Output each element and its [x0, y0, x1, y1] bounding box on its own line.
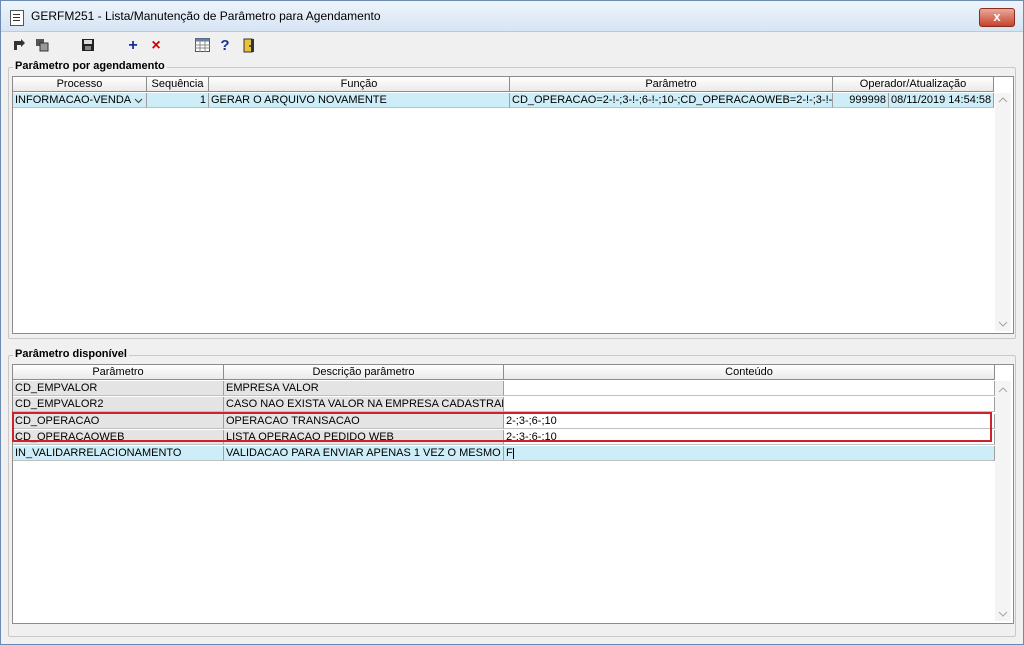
processo-value: INFORMACAO-VENDA	[15, 94, 132, 106]
parametro-name-cell: CD_EMPVALOR2	[13, 397, 224, 412]
chevron-down-icon[interactable]	[132, 95, 144, 108]
disponivel-group-title: Parâmetro disponível	[13, 348, 129, 360]
add-icon[interactable]: +	[125, 38, 141, 54]
main-window: GERFM251 - Lista/Manutenção de Parâmetro…	[0, 0, 1024, 645]
column-header-processo[interactable]: Processo	[13, 77, 147, 92]
column-header-conteudo[interactable]: Conteúdo	[504, 365, 995, 380]
calendar-grid-icon[interactable]	[194, 38, 210, 54]
save-icon[interactable]	[80, 38, 96, 54]
agendamento-group-title: Parâmetro por agendamento	[13, 60, 167, 72]
close-button[interactable]: x	[979, 8, 1015, 27]
column-header-parametro[interactable]: Parâmetro	[510, 77, 833, 92]
processo-select[interactable]: INFORMACAO-VENDA	[13, 93, 147, 108]
scroll-up-icon[interactable]	[998, 385, 1008, 396]
conteudo-input[interactable]	[504, 381, 995, 396]
descricao-cell: CASO NAO EXISTA VALOR NA EMPRESA CADASTR…	[224, 397, 504, 412]
column-header-operador[interactable]: Operador/Atualização	[833, 77, 994, 92]
title-bar: GERFM251 - Lista/Manutenção de Parâmetro…	[1, 1, 1023, 32]
delete-icon[interactable]: ×	[148, 38, 164, 54]
column-header-funcao[interactable]: Função	[209, 77, 510, 92]
column-header-descricao[interactable]: Descrição parâmetro	[224, 365, 504, 380]
atualizacao-cell[interactable]: 08/11/2019 14:54:58	[889, 93, 994, 108]
scroll-up-icon[interactable]	[998, 95, 1008, 106]
parametro-name-cell: CD_EMPVALOR	[13, 381, 224, 396]
agendamento-scrollbar[interactable]	[995, 93, 1011, 331]
help-icon[interactable]: ?	[217, 38, 233, 54]
text-cursor	[512, 447, 514, 459]
descricao-cell: EMPRESA VALOR	[224, 381, 504, 396]
scroll-down-icon[interactable]	[998, 609, 1008, 620]
exit-door-icon[interactable]	[241, 38, 257, 54]
disponivel-scrollbar[interactable]	[995, 381, 1011, 621]
conteudo-input[interactable]	[504, 397, 995, 412]
window-title: GERFM251 - Lista/Manutenção de Parâmetro…	[31, 9, 381, 23]
conteudo-value: F	[506, 447, 513, 459]
sequencia-cell[interactable]: 1	[147, 93, 209, 108]
toolbar: + × ?	[1, 32, 1023, 59]
agendamento-table: Processo Sequência Função Parâmetro Oper…	[12, 76, 1014, 334]
column-header-sequencia[interactable]: Sequência	[147, 77, 209, 92]
descricao-cell: VALIDACAO PARA ENVIAR APENAS 1 VEZ O MES…	[224, 446, 504, 461]
conteudo-input-active[interactable]: F	[504, 446, 995, 461]
scroll-down-icon[interactable]	[998, 319, 1008, 330]
parametro-cell[interactable]: CD_OPERACAO=2-!-;3-!-;6-!-;10-;CD_OPERAC…	[510, 93, 833, 108]
operador-cell[interactable]: 999998	[833, 93, 889, 108]
document-icon	[10, 10, 24, 26]
disponivel-table: Parâmetro Descrição parâmetro Conteúdo C…	[12, 364, 1014, 624]
window-stack-icon[interactable]	[34, 38, 50, 54]
parametro-name-cell: IN_VALIDARRELACIONAMENTO	[13, 446, 224, 461]
arrow-back-icon[interactable]	[11, 38, 27, 54]
highlight-box	[12, 412, 992, 442]
column-header-parametro-disp[interactable]: Parâmetro	[13, 365, 224, 380]
funcao-cell[interactable]: GERAR O ARQUIVO NOVAMENTE	[209, 93, 510, 108]
